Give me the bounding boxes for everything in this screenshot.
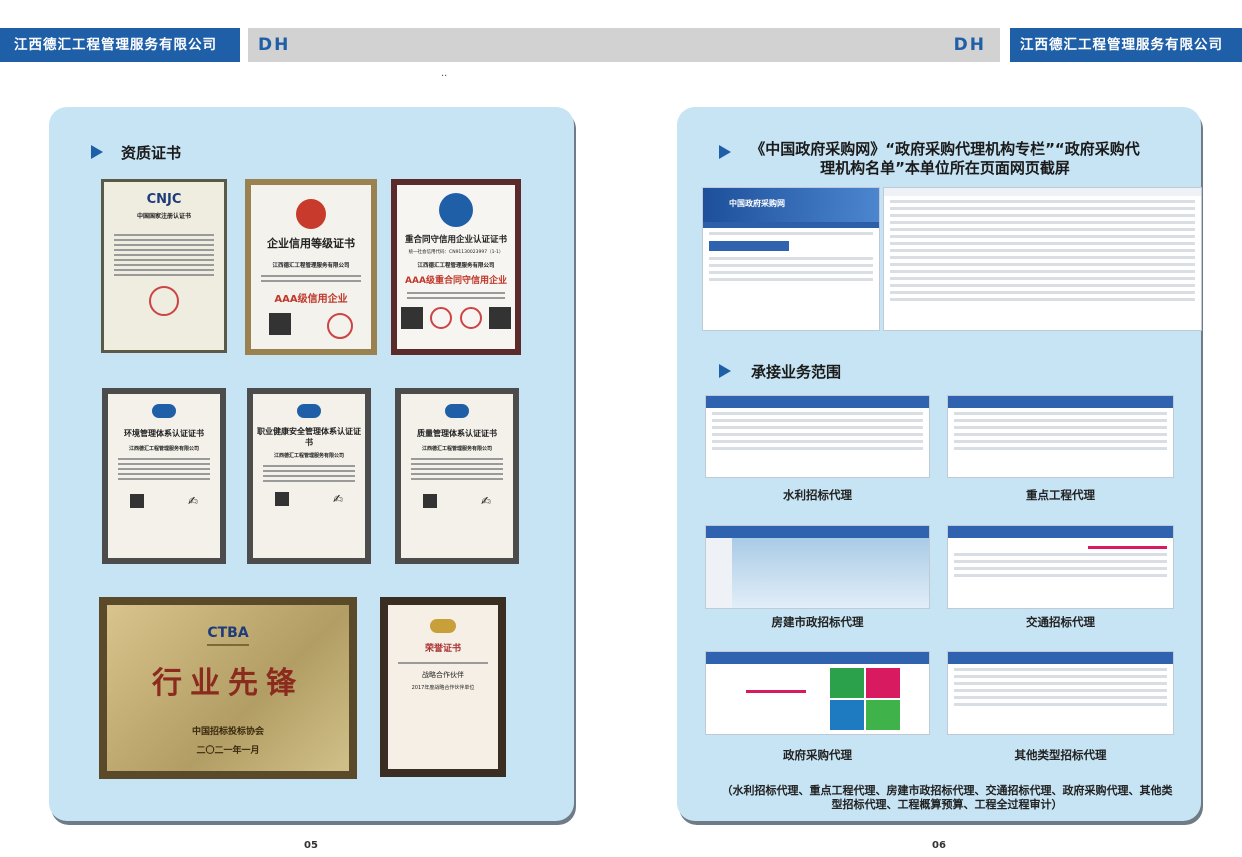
cert-environment: 环境管理体系认证证书 江西德汇工程管理服务有限公司 ✍ [102, 388, 226, 564]
section-arrow-icon [719, 363, 731, 382]
qr-code-icon [269, 313, 291, 335]
ctba-logo: CTBA [207, 625, 249, 641]
cert-title: 中国国家注册认证书 [136, 213, 191, 220]
award-logo-icon [430, 619, 456, 633]
plaque-industry-pioneer: CTBA 行业先锋 中国招标投标协会 二〇二一年一月 [99, 597, 357, 779]
honor-line1: 战略合作伙伴 [422, 671, 464, 679]
caption-housing-municipal: 房建市政招标代理 [771, 615, 864, 629]
header-company-name-right: 江西德汇工程管理服务有限公司 [1020, 37, 1223, 53]
qualifications-panel: 资质证书 CNJC 中国国家注册认证书 企业信用等级证书 江西德汇工程管理服务有… [49, 107, 574, 821]
caption-water-conservancy: 水利招标代理 [783, 488, 852, 502]
emblem-icon [296, 199, 326, 229]
qr-code-icon [129, 494, 144, 508]
cert-logo-icon [152, 404, 176, 418]
caption-gov-procurement: 政府采购代理 [783, 748, 852, 762]
plaque-title: 行业先锋 [152, 666, 304, 701]
screenshot-other-types [947, 651, 1174, 735]
agency-list-screenshot [883, 187, 1202, 331]
header-company-name-left: 江西德汇工程管理服务有限公司 [14, 37, 217, 53]
cert-title: 质量管理体系认证证书 [417, 429, 497, 438]
qr-code-icon [489, 307, 512, 329]
dh-logo-left: DH [258, 35, 291, 55]
honor-certificate: 荣誉证书 战略合作伙伴 2017年度战略合作伙伴单位 [380, 597, 506, 777]
caption-key-projects: 重点工程代理 [1026, 488, 1095, 502]
section-arrow-icon [719, 144, 731, 163]
cnjc-logo: CNJC [146, 192, 182, 207]
cert-title: 重合同守信用企业认证证书 [404, 235, 507, 245]
business-scope-title: 承接业务范围 [751, 363, 842, 381]
page-number-left: 05 [304, 840, 318, 851]
screenshot-housing-municipal [705, 525, 930, 609]
gov-site-title: 《中国政府采购网》“政府采购代理机构专栏”“政府采购代理机构名单”本单位所在页面… [750, 140, 1140, 177]
globe-emblem-icon [439, 193, 473, 227]
honor-line2: 2017年度战略合作伙伴单位 [411, 685, 475, 691]
cert-logo-icon [445, 404, 469, 418]
cert-code: 统一社会信用代码：CN91130023997（1-1） [408, 250, 504, 255]
cert-title: 荣誉证书 [424, 644, 461, 654]
signature-icon: ✍ [187, 494, 199, 508]
cert-grade: AAA级信用企业 [274, 294, 348, 305]
header-dots: .. [441, 68, 448, 79]
cert-grade: AAA级重合同守信用企业 [405, 276, 507, 286]
cert-company: 江西德汇工程管理服务有限公司 [273, 453, 344, 459]
screenshot-water-conservancy [705, 395, 930, 478]
red-seal-icon [327, 313, 353, 339]
gov-site-screenshot: 中国政府采购网 [702, 187, 880, 331]
red-seal-icon [149, 286, 179, 316]
cert-title: 企业信用等级证书 [267, 237, 355, 250]
cert-company: 江西德汇工程管理服务有限公司 [421, 446, 492, 452]
cert-logo-icon [297, 404, 321, 418]
section-arrow-icon [91, 144, 103, 163]
plaque-issuer: 中国招标投标协会 [191, 727, 264, 737]
cert-contract-credit: 重合同守信用企业认证证书 统一社会信用代码：CN91130023997（1-1）… [391, 179, 521, 355]
qualifications-title: 资质证书 [121, 144, 182, 162]
header-company-box-right: 江西德汇工程管理服务有限公司 [1010, 28, 1242, 62]
red-seal-icon [459, 307, 482, 329]
cert-occupational-health: 职业健康安全管理体系认证证书 江西德汇工程管理服务有限公司 ✍ [247, 388, 371, 564]
header-gray-bar: DH DH [248, 28, 1000, 62]
caption-other-types: 其他类型招标代理 [1014, 748, 1107, 762]
dh-logo-right: DH [953, 35, 986, 55]
cert-company: 江西德汇工程管理服务有限公司 [417, 263, 495, 269]
cert-title: 职业健康安全管理体系认证证书 [257, 427, 361, 447]
screenshot-transportation [947, 525, 1174, 609]
signature-icon: ✍ [480, 494, 492, 508]
plaque-date: 二〇二一年一月 [196, 746, 260, 756]
cert-company: 江西德汇工程管理服务有限公司 [128, 446, 199, 452]
cert-company: 江西德汇工程管理服务有限公司 [272, 263, 350, 269]
cert-quality: 质量管理体系认证证书 江西德汇工程管理服务有限公司 ✍ [395, 388, 519, 564]
qr-code-icon [400, 307, 423, 329]
header-company-box-left: 江西德汇工程管理服务有限公司 [0, 28, 240, 62]
signature-icon: ✍ [332, 492, 344, 506]
cert-cnjc: CNJC 中国国家注册认证书 [101, 179, 227, 353]
cert-credit-rating: 企业信用等级证书 江西德汇工程管理服务有限公司 AAA级信用企业 [245, 179, 377, 355]
gov-procurement-panel: 《中国政府采购网》“政府采购代理机构专栏”“政府采购代理机构名单”本单位所在页面… [677, 107, 1202, 821]
page-number-right: 06 [932, 840, 946, 851]
qr-code-icon [274, 492, 289, 506]
gov-site-banner: 中国政府采购网 [703, 188, 879, 222]
qr-code-icon [422, 494, 437, 508]
caption-transportation: 交通招标代理 [1026, 615, 1095, 629]
business-scope-note: （水利招标代理、重点工程代理、房建市政招标代理、交通招标代理、政府采购代理、其他… [721, 784, 1173, 811]
cert-title: 环境管理体系认证证书 [124, 429, 204, 438]
red-seal-icon [430, 307, 453, 329]
screenshot-gov-procurement [705, 651, 930, 735]
screenshot-key-projects [947, 395, 1174, 478]
